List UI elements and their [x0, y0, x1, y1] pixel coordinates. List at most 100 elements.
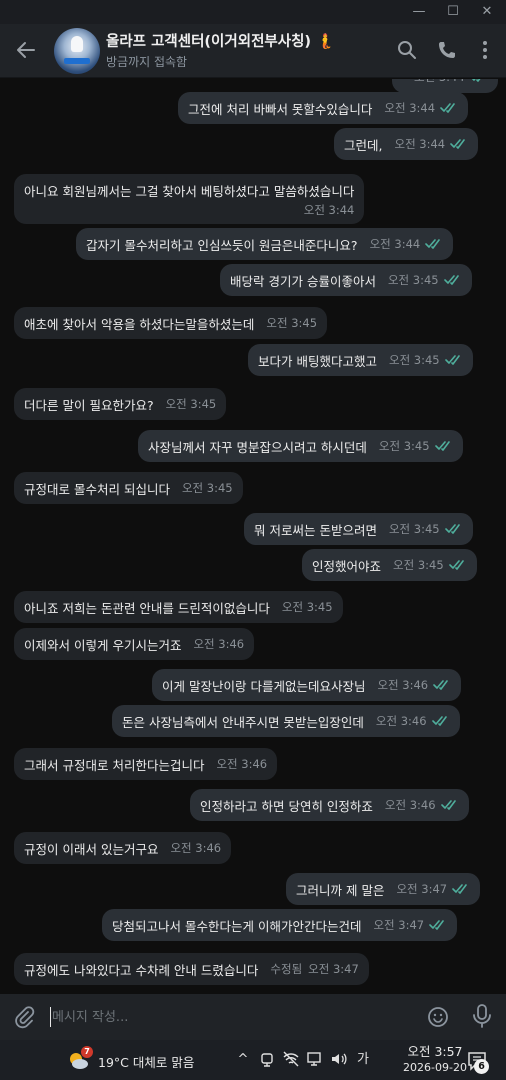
read-check-icon: [440, 524, 463, 534]
message-text: 규정이 이래서 있는거구요: [24, 841, 159, 857]
incoming-message[interactable]: 아니요 회원님께서는 그걸 찾아서 베팅하셨다고 말씀하셨습니다 오전 3:44: [14, 174, 365, 224]
volume-icon[interactable]: [330, 1050, 348, 1070]
message-text: 갑자기 몰수처리하고 인심쓰듯이 원금은내준다니요?: [86, 237, 358, 253]
message-meta: 오전 3:46: [170, 840, 221, 856]
message-text: 인정했어야죠: [312, 558, 382, 574]
message-meta: 오전 3:45: [379, 438, 453, 454]
incoming-message[interactable]: 규정이 이래서 있는거구요 오전 3:46: [14, 832, 232, 864]
outgoing-message[interactable]: 돈은 사장님측에서 안내주시면 못받는입장인데 오전 3:46: [112, 705, 460, 737]
message-time: 오전 3:47: [396, 882, 448, 896]
outgoing-message[interactable]: 이게 말장난이랑 다를게없는데요사장님 오전 3:46: [152, 669, 462, 701]
outgoing-message[interactable]: 그전에 처리 바빠서 못할수있습니다 오전 3:44: [178, 92, 469, 124]
message-time: 오전 3:44: [414, 79, 465, 85]
message-text: 아니죠 저희는 돈관련 안내를 드린적이없습니다: [24, 600, 270, 616]
notification-count-badge: 6: [474, 1059, 489, 1074]
attach-icon[interactable]: [12, 1005, 36, 1029]
maximize-button[interactable]: ☐: [436, 0, 470, 24]
clock-date: 2026-09-20: [403, 1061, 467, 1074]
minimize-button[interactable]: —: [402, 0, 436, 24]
incoming-message[interactable]: 아니죠 저희는 돈관련 안내를 드린적이없습니다 오전 3:45: [14, 591, 343, 623]
incoming-message[interactable]: 이제와서 이렇게 우기시는거죠 오전 3:46: [14, 628, 255, 660]
chat-header: 올라프 고객센터(이거외전부사칭) 🧜 방금까지 접속함: [0, 24, 506, 78]
microphone-icon[interactable]: [470, 1003, 494, 1029]
weather-text[interactable]: 19°C 대체로 맑음: [98, 1052, 194, 1071]
message-meta: 수정됨 오전 3:47: [270, 961, 358, 977]
outgoing-message[interactable]: 보다가 배팅했다고했고 오전 3:45: [248, 344, 473, 376]
outgoing-message[interactable]: 오전 3:44: [392, 79, 498, 93]
message-text: 더다른 말이 필요한가요?: [24, 397, 154, 413]
message-meta: 오전 3:44: [394, 136, 468, 152]
message-meta: 오전 3:44: [304, 202, 355, 218]
message-time: 오전 3:45: [388, 522, 440, 536]
ime-indicator[interactable]: 가: [354, 1050, 372, 1070]
more-options-icon[interactable]: [474, 39, 496, 61]
message-time: 오전 3:45: [388, 353, 440, 367]
outgoing-message[interactable]: 당첨되고나서 몰수한다는게 이해가안간다는건데 오전 3:47: [102, 909, 458, 941]
phone-icon[interactable]: [436, 39, 458, 61]
outgoing-message[interactable]: 인정했어야죠 오전 3:45: [302, 549, 477, 581]
incoming-message[interactable]: 그래서 규정대로 처리한다는겁니다 오전 3:46: [14, 748, 278, 780]
incoming-message[interactable]: 규정대로 몰수처리 되십니다 오전 3:45: [14, 472, 243, 504]
message-composer: [0, 994, 506, 1040]
network-muted-icon[interactable]: [282, 1050, 300, 1070]
message-time: 오전 3:46: [377, 678, 429, 692]
message-input[interactable]: [52, 1004, 412, 1030]
weather-alert-badge: 7: [81, 1046, 93, 1058]
message-time: 오전 3:45: [393, 558, 444, 572]
incoming-message[interactable]: 규정에도 나와있다고 수차례 안내 드렸습니다 수정됨 오전 3:47: [14, 953, 369, 985]
read-check-icon: [465, 79, 488, 82]
message-meta: 오전 3:45: [282, 599, 333, 615]
chat-status: 방금까지 접속함: [106, 55, 188, 69]
outgoing-message[interactable]: 그러니까 제 말은 오전 3:47: [286, 873, 481, 905]
message-time: 오전 3:45: [281, 600, 333, 614]
outgoing-message[interactable]: 갑자기 몰수처리하고 인심쓰듯이 원금은내준다니요? 오전 3:44: [76, 228, 454, 260]
outgoing-message[interactable]: 뭐 저로써는 돈받으려면 오전 3:45: [244, 513, 473, 545]
message-list[interactable]: 오전 3:44그전에 처리 바빠서 못할수있습니다오전 3:44그런데,오전 3…: [0, 79, 506, 994]
outgoing-message[interactable]: 인정하라고 하면 당연히 인정하죠 오전 3:46: [190, 789, 469, 821]
incoming-message[interactable]: 더다른 말이 필요한가요? 오전 3:45: [14, 388, 227, 420]
message-time: 오전 3:47: [308, 962, 359, 976]
outgoing-message[interactable]: 그런데, 오전 3:44: [334, 128, 479, 160]
chat-title[interactable]: 올라프 고객센터(이거외전부사칭) 🧜: [106, 30, 334, 51]
message-text: 보다가 배팅했다고했고: [258, 353, 377, 369]
text-caret: [50, 1007, 51, 1027]
message-meta: 오전 3:45: [389, 352, 463, 368]
message-meta: 오전 3:44: [384, 100, 458, 116]
message-text: 당첨되고나서 몰수한다는게 이해가안간다는건데: [112, 918, 362, 934]
network-icon[interactable]: [306, 1050, 324, 1070]
read-check-icon: [440, 355, 463, 365]
read-check-icon: [424, 920, 447, 930]
message-time: 오전 3:47: [373, 918, 425, 932]
read-check-icon: [447, 884, 470, 894]
read-check-icon: [445, 139, 468, 149]
read-check-icon: [435, 103, 458, 113]
message-meta: 오전 3:46: [216, 756, 267, 772]
message-text: 사장님께서 자꾸 명분잡으시려고 하시던데: [148, 439, 367, 455]
read-check-icon: [427, 716, 450, 726]
outgoing-message[interactable]: 사장님께서 자꾸 명분잡으시려고 하시던데 오전 3:45: [138, 430, 463, 462]
message-time: 오전 3:44: [384, 101, 436, 115]
message-meta: 오전 3:46: [377, 677, 451, 693]
tray-chevron-icon[interactable]: ^: [234, 1050, 252, 1070]
meet-icon[interactable]: [258, 1050, 276, 1070]
emoji-icon[interactable]: [426, 1005, 450, 1029]
message-text: 그전에 처리 바빠서 못할수있습니다: [188, 101, 373, 117]
search-icon[interactable]: [396, 39, 418, 61]
close-window-button[interactable]: ✕: [470, 0, 504, 24]
window-titlebar: — ☐ ✕: [0, 0, 506, 24]
avatar[interactable]: [54, 28, 100, 74]
message-time: 오전 3:45: [378, 439, 430, 453]
clock[interactable]: 오전 3:57 2026-09-20: [402, 1044, 468, 1076]
back-arrow-icon[interactable]: [14, 38, 38, 62]
read-check-icon: [444, 560, 467, 570]
message-text: 규정대로 몰수처리 되십니다: [24, 481, 170, 497]
message-meta: 오전 3:46: [385, 797, 459, 813]
message-meta: 오전 3:45: [393, 557, 467, 573]
message-text: 돈은 사장님측에서 안내주시면 못받는입장인데: [122, 714, 364, 730]
message-text: 이제와서 이렇게 우기시는거죠: [24, 637, 182, 653]
incoming-message[interactable]: 애초에 찾아서 악용을 하셨다는말을하셨는데 오전 3:45: [14, 307, 328, 339]
message-text: 인정하라고 하면 당연히 인정하죠: [200, 798, 373, 814]
outgoing-message[interactable]: 배당락 경기가 승률이좋아서 오전 3:45: [220, 264, 472, 296]
message-text: 그래서 규정대로 처리한다는겁니다: [24, 757, 205, 773]
message-meta: 오전 3:45: [389, 521, 463, 537]
